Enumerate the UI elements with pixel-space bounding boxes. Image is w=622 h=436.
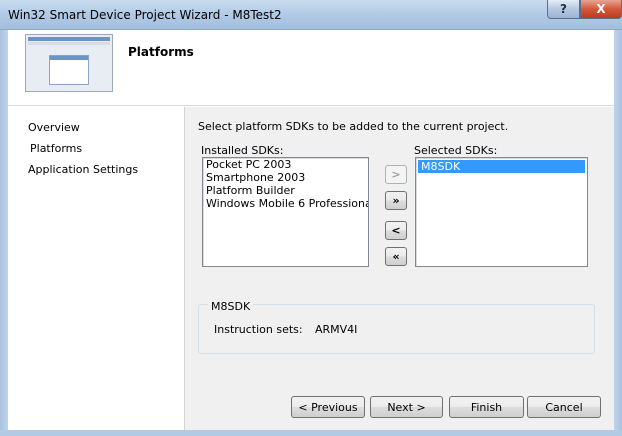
chevron-right-icon: > xyxy=(391,168,401,181)
installed-sdks-label: Installed SDKs: xyxy=(201,144,284,157)
finish-button[interactable]: Finish xyxy=(449,396,524,418)
thumbnail-menubar xyxy=(28,42,110,45)
window-title: Win32 Smart Device Project Wizard - M8Te… xyxy=(8,8,282,22)
page-title: Platforms xyxy=(128,45,194,59)
remove-sdk-button[interactable]: < xyxy=(385,221,407,240)
selected-sdks-label: Selected SDKs: xyxy=(414,144,498,157)
add-all-sdks-button[interactable]: » xyxy=(385,191,407,210)
sdk-details-title: M8SDK xyxy=(208,300,254,313)
thumbnail-titlebar xyxy=(28,37,110,41)
window-frame-left xyxy=(0,30,8,436)
thumbnail-inner-window xyxy=(49,55,89,85)
list-item[interactable]: M8SDK xyxy=(418,160,585,173)
help-icon: ? xyxy=(560,2,567,16)
instruction-text: Select platform SDKs to be added to the … xyxy=(198,120,509,133)
nav-item-application-settings[interactable]: Application Settings xyxy=(28,163,138,176)
platforms-content: Select platform SDKs to be added to the … xyxy=(184,107,614,430)
wizard-window-thumbnail-icon xyxy=(25,34,113,92)
add-sdk-button[interactable]: > xyxy=(385,165,407,184)
title-bar[interactable]: Win32 Smart Device Project Wizard - M8Te… xyxy=(0,0,622,30)
list-item[interactable]: Pocket PC 2003 xyxy=(203,158,368,171)
chevron-left-icon: < xyxy=(391,224,401,237)
double-chevron-right-icon: » xyxy=(392,194,400,207)
wizard-header: Platforms xyxy=(8,30,614,106)
list-item[interactable]: Platform Builder xyxy=(203,184,368,197)
wizard-navigation: Overview Platforms Application Settings xyxy=(8,107,184,430)
instruction-sets-label: Instruction sets: xyxy=(214,323,303,336)
nav-item-overview[interactable]: Overview xyxy=(28,121,80,134)
window-frame-bottom xyxy=(0,430,622,436)
installed-sdks-list[interactable]: Pocket PC 2003 Smartphone 2003 Platform … xyxy=(202,157,369,267)
close-icon: X xyxy=(596,2,606,16)
list-item[interactable]: Windows Mobile 6 Professional SD xyxy=(203,197,368,210)
remove-all-sdks-button[interactable]: « xyxy=(385,247,407,266)
double-chevron-left-icon: « xyxy=(392,250,400,263)
close-button[interactable]: X xyxy=(580,0,622,19)
thumbnail-inner-titlebar xyxy=(50,56,88,60)
nav-item-platforms[interactable]: Platforms xyxy=(30,142,82,155)
window-frame-right xyxy=(614,30,622,436)
cancel-button[interactable]: Cancel xyxy=(527,396,601,418)
instruction-sets-value: ARMV4I xyxy=(315,323,358,336)
next-button[interactable]: Next > xyxy=(370,396,443,418)
list-item[interactable]: Smartphone 2003 xyxy=(203,171,368,184)
help-button[interactable]: ? xyxy=(547,0,580,19)
previous-button[interactable]: < Previous xyxy=(291,396,365,418)
selected-sdks-list[interactable]: M8SDK xyxy=(415,157,588,267)
